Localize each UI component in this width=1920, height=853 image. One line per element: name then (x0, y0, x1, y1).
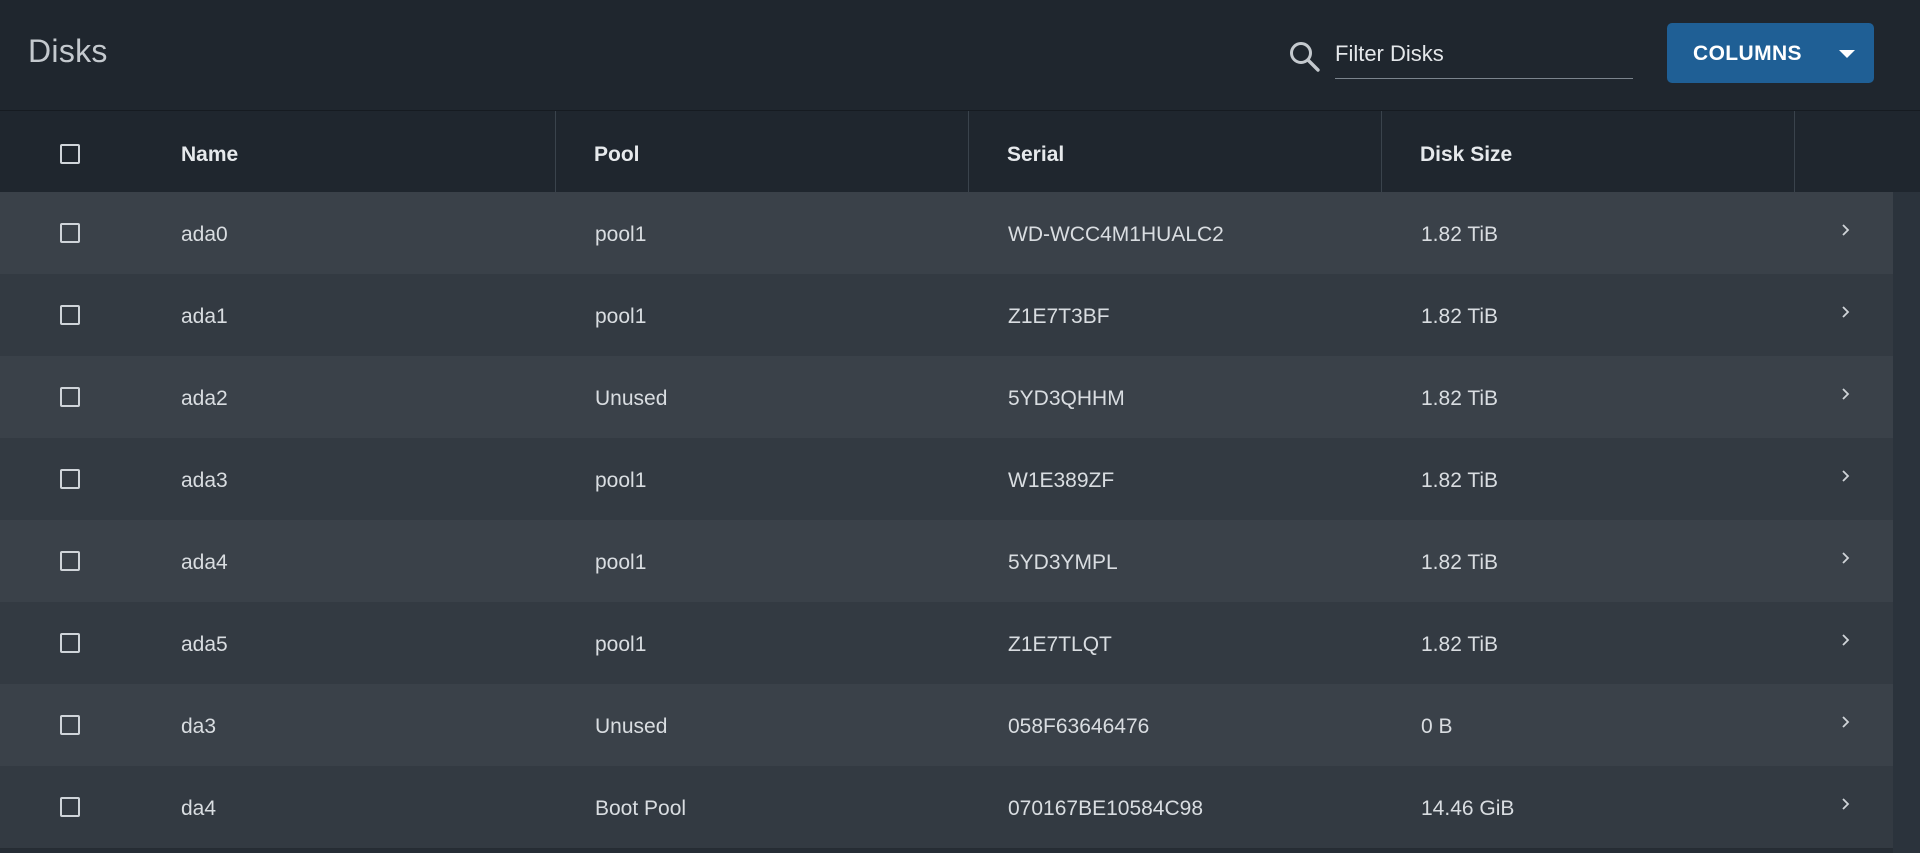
cell-pool: pool1 (595, 223, 647, 246)
column-header-serial[interactable]: Serial (1007, 143, 1064, 167)
cell-name: ada4 (181, 551, 228, 574)
cell-pool: Unused (595, 715, 668, 738)
cell-serial: W1E389ZF (1008, 469, 1115, 492)
cell-name: ada1 (181, 305, 228, 328)
cell-name: da4 (181, 797, 217, 820)
cell-name: da3 (181, 715, 217, 738)
cell-serial: Z1E7TLQT (1008, 633, 1112, 656)
cell-name: ada2 (181, 387, 228, 410)
column-divider[interactable] (968, 111, 969, 193)
cell-disk-size: 14.46 GiB (1421, 797, 1515, 820)
column-header-pool[interactable]: Pool (594, 143, 640, 167)
cell-disk-size: 1.82 TiB (1421, 387, 1499, 410)
page-title: Disks (28, 33, 108, 69)
column-divider[interactable] (1381, 111, 1382, 193)
cell-disk-size: 1.82 TiB (1421, 305, 1499, 328)
search-icon[interactable] (1287, 39, 1321, 73)
chevron-right-icon[interactable] (1840, 469, 1850, 483)
cell-name: ada3 (181, 469, 228, 492)
chevron-right-icon[interactable] (1840, 387, 1850, 401)
select-all-checkbox[interactable] (60, 144, 80, 164)
table-header-row: Name Pool Serial Disk Size (0, 110, 1920, 193)
cell-serial: 058F63646476 (1008, 715, 1150, 738)
cell-disk-size: 0 B (1421, 715, 1453, 738)
cell-serial: 5YD3YMPL (1008, 551, 1118, 574)
chevron-right-icon[interactable] (1840, 223, 1850, 237)
cell-pool: pool1 (595, 305, 647, 328)
card-header: Disks COLUMNS (0, 0, 1920, 110)
cell-pool: Boot Pool (595, 797, 687, 820)
table-row[interactable]: da4 Boot Pool 070167BE10584C98 14.46 GiB (0, 766, 1920, 849)
cell-name: ada5 (181, 633, 228, 656)
table-row[interactable]: ada3 pool1 W1E389ZF 1.82 TiB (0, 438, 1920, 521)
cell-disk-size: 1.82 TiB (1421, 633, 1499, 656)
chevron-right-icon[interactable] (1840, 797, 1850, 811)
filter-disks-input[interactable] (1335, 34, 1633, 79)
column-header-disk-size[interactable]: Disk Size (1420, 143, 1512, 167)
table-row[interactable]: ada4 pool1 5YD3YMPL 1.82 TiB (0, 520, 1920, 603)
chevron-right-icon[interactable] (1840, 715, 1850, 729)
table-row[interactable]: ada0 pool1 WD-WCC4M1HUALC2 1.82 TiB (0, 192, 1920, 275)
cell-disk-size: 1.82 TiB (1421, 551, 1499, 574)
cell-pool: Unused (595, 387, 668, 410)
table-row[interactable]: ada5 pool1 Z1E7TLQT 1.82 TiB (0, 602, 1920, 685)
table-body: ada0 pool1 WD-WCC4M1HUALC2 1.82 TiB ada1… (0, 192, 1920, 853)
table-row[interactable]: ada1 pool1 Z1E7T3BF 1.82 TiB (0, 274, 1920, 357)
column-header-name[interactable]: Name (181, 143, 238, 167)
columns-button-label: COLUMNS (1693, 42, 1802, 65)
chevron-right-icon[interactable] (1840, 633, 1850, 647)
scrollbar-track[interactable] (1893, 192, 1920, 853)
cell-disk-size: 1.82 TiB (1421, 223, 1499, 246)
table-row[interactable]: ada2 Unused 5YD3QHHM 1.82 TiB (0, 356, 1920, 439)
row-checkbox[interactable] (60, 223, 80, 243)
cell-serial: 5YD3QHHM (1008, 387, 1125, 410)
cell-pool: pool1 (595, 469, 647, 492)
disks-card: Disks COLUMNS Name Pool Serial Disk Size… (0, 0, 1920, 853)
column-divider[interactable] (1794, 111, 1795, 193)
table-row[interactable]: da3 Unused 058F63646476 0 B (0, 684, 1920, 767)
row-checkbox[interactable] (60, 797, 80, 817)
caret-down-icon (1839, 50, 1855, 58)
cell-name: ada0 (181, 223, 228, 246)
row-checkbox[interactable] (60, 469, 80, 489)
chevron-right-icon[interactable] (1840, 551, 1850, 565)
row-checkbox[interactable] (60, 305, 80, 325)
cell-serial: 070167BE10584C98 (1008, 797, 1204, 820)
chevron-right-icon[interactable] (1840, 305, 1850, 319)
cell-pool: pool1 (595, 551, 647, 574)
cell-serial: Z1E7T3BF (1008, 305, 1110, 328)
column-divider[interactable] (555, 111, 556, 193)
row-checkbox[interactable] (60, 633, 80, 653)
row-checkbox[interactable] (60, 387, 80, 407)
columns-button[interactable]: COLUMNS (1667, 23, 1874, 83)
cell-serial: WD-WCC4M1HUALC2 (1008, 223, 1224, 246)
cell-disk-size: 1.82 TiB (1421, 469, 1499, 492)
row-checkbox[interactable] (60, 551, 80, 571)
row-checkbox[interactable] (60, 715, 80, 735)
cell-pool: pool1 (595, 633, 647, 656)
